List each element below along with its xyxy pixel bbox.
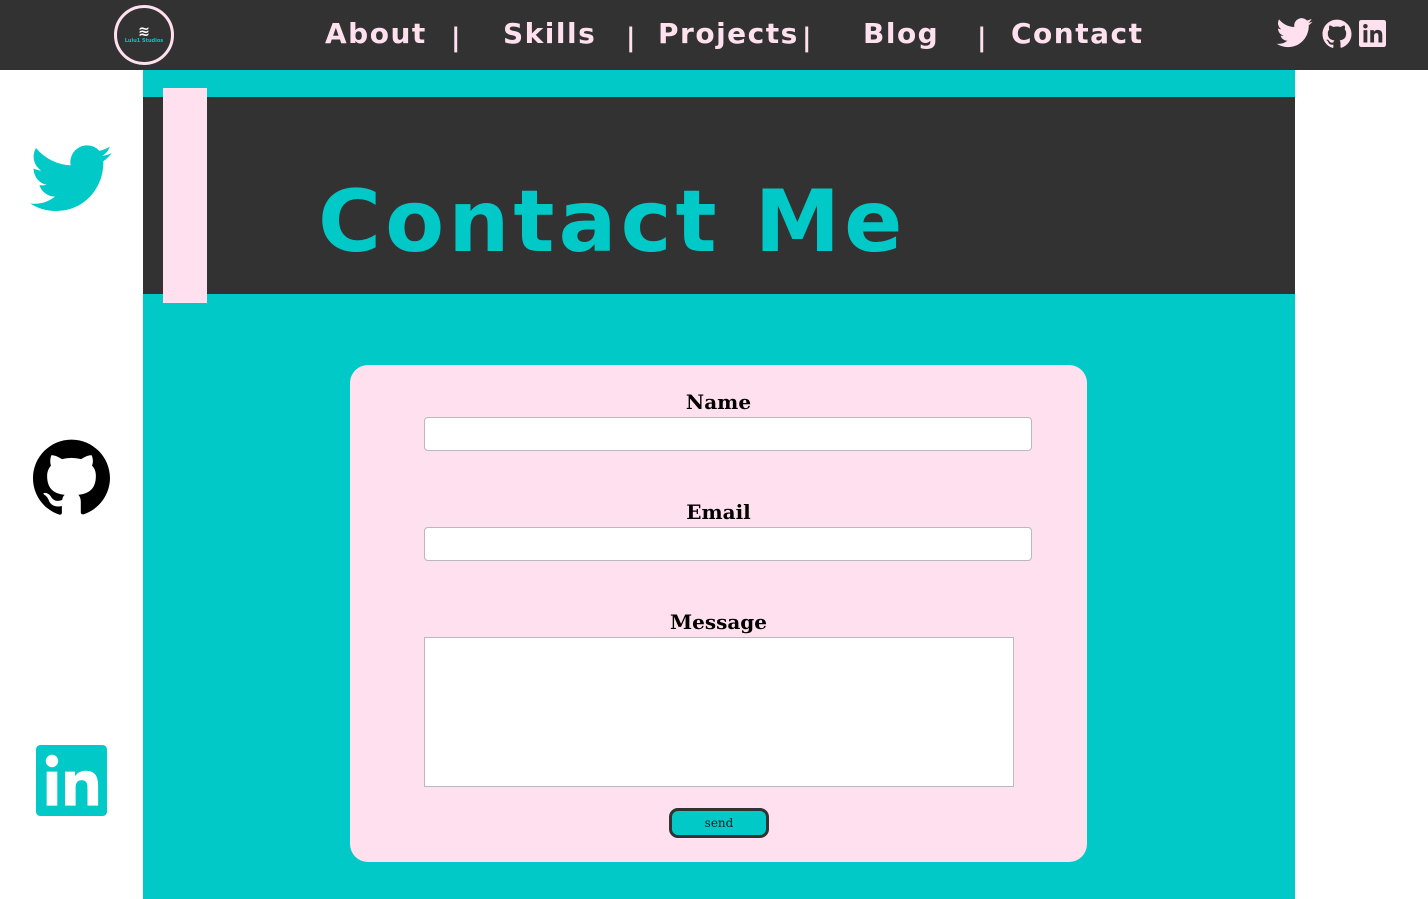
main-content: Contact Me Name Email Message send	[143, 70, 1295, 899]
name-field[interactable]	[424, 417, 1032, 451]
github-icon[interactable]	[33, 438, 110, 515]
waves-icon: ≋	[138, 23, 150, 40]
github-icon[interactable]	[1322, 19, 1352, 48]
top-nav-bar: ≋ Lulu1 Studios About | Skills | Project…	[0, 0, 1428, 70]
nav-contact[interactable]: Contact	[1011, 14, 1143, 54]
send-button[interactable]: send	[669, 808, 769, 838]
nav-separator: |	[977, 23, 987, 53]
nav-blog[interactable]: Blog	[863, 14, 939, 54]
nav-about[interactable]: About	[325, 14, 427, 54]
site-logo[interactable]: ≋ Lulu1 Studios	[114, 5, 174, 65]
nav-skills[interactable]: Skills	[503, 14, 596, 54]
message-label: Message	[669, 610, 768, 634]
accent-bar	[163, 88, 207, 303]
email-label: Email	[686, 500, 751, 524]
message-field[interactable]	[424, 637, 1014, 787]
nav-separator: |	[802, 23, 812, 53]
logo-text: Lulu1 Studios	[124, 37, 164, 44]
hero-banner: Contact Me	[143, 97, 1295, 294]
name-label: Name	[685, 390, 752, 414]
twitter-icon[interactable]	[30, 145, 112, 213]
linkedin-icon[interactable]	[36, 745, 107, 816]
twitter-icon[interactable]	[1276, 18, 1313, 48]
contact-form: Name Email Message send	[350, 365, 1087, 862]
nav-projects[interactable]: Projects	[658, 14, 799, 54]
email-field[interactable]	[424, 527, 1032, 561]
page-title: Contact Me	[318, 172, 907, 272]
nav-separator: |	[451, 23, 461, 53]
nav-separator: |	[626, 23, 636, 53]
linkedin-icon[interactable]	[1359, 20, 1386, 47]
